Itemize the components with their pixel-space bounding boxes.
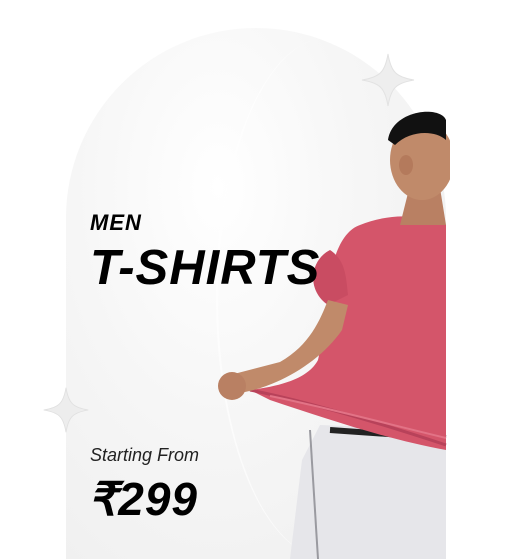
category-label: MEN [90,210,142,235]
banner-title: T-SHIRTS [90,241,321,295]
price-label: ₹299 [88,473,199,525]
model-image [218,111,450,559]
sparkle-icon [361,53,415,107]
starting-from-label: Starting From [90,445,200,465]
sparkle-icon [43,387,89,433]
